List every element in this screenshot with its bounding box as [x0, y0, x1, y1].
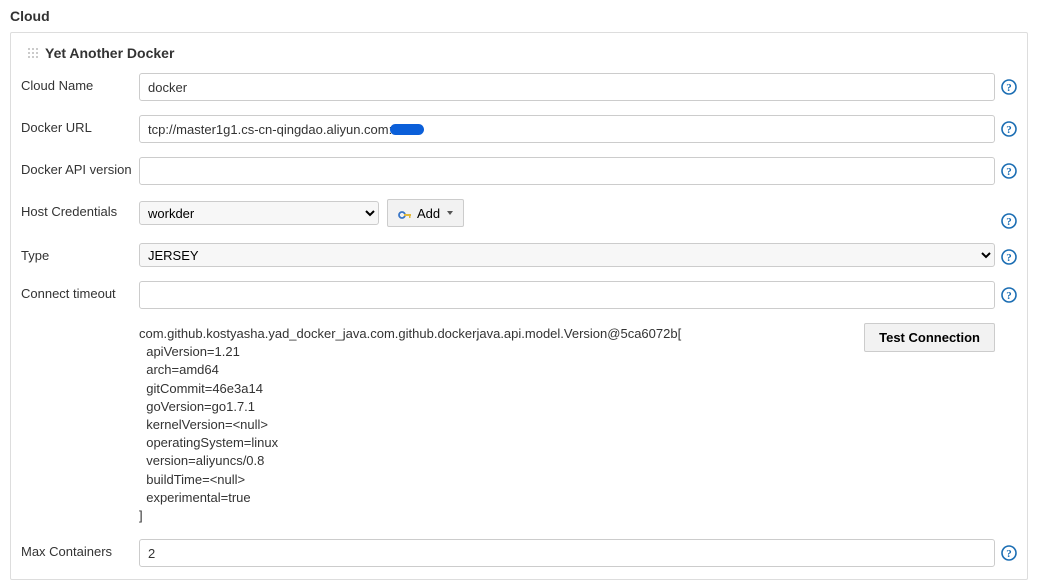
- drag-grip-icon: [27, 47, 39, 59]
- subsection-header: Yet Another Docker: [27, 45, 1017, 61]
- section-title: Cloud: [10, 8, 1028, 24]
- svg-text:?: ?: [1006, 290, 1012, 302]
- connect-timeout-label: Connect timeout: [21, 281, 139, 301]
- max-containers-input[interactable]: [139, 539, 995, 567]
- help-icon[interactable]: ?: [1001, 545, 1017, 561]
- connect-timeout-input[interactable]: [139, 281, 995, 309]
- docker-api-version-label: Docker API version: [21, 157, 139, 177]
- help-icon[interactable]: ?: [1001, 249, 1017, 265]
- subsection-title: Yet Another Docker: [45, 45, 174, 61]
- svg-text:?: ?: [1006, 216, 1012, 228]
- type-select[interactable]: JERSEY: [139, 243, 995, 267]
- help-icon[interactable]: ?: [1001, 213, 1017, 229]
- svg-text:?: ?: [1006, 548, 1012, 560]
- test-connection-button[interactable]: Test Connection: [864, 323, 995, 352]
- key-icon: [398, 208, 412, 218]
- chevron-down-icon: [447, 211, 453, 215]
- svg-text:?: ?: [1006, 166, 1012, 178]
- docker-api-version-input[interactable]: [139, 157, 995, 185]
- docker-url-text: tcp://master1g1.cs-cn-qingdao.aliyun.com…: [148, 122, 392, 137]
- docker-url-input[interactable]: tcp://master1g1.cs-cn-qingdao.aliyun.com…: [139, 115, 995, 143]
- help-icon[interactable]: ?: [1001, 79, 1017, 95]
- host-credentials-label: Host Credentials: [21, 199, 139, 219]
- add-credentials-button[interactable]: Add: [387, 199, 464, 227]
- svg-text:?: ?: [1006, 124, 1012, 136]
- cloud-name-label: Cloud Name: [21, 73, 139, 93]
- help-icon[interactable]: ?: [1001, 163, 1017, 179]
- connection-status-output: com.github.kostyasha.yad_docker_java.com…: [139, 323, 854, 525]
- svg-text:?: ?: [1006, 252, 1012, 264]
- help-icon[interactable]: ?: [1001, 287, 1017, 303]
- redacted-port: [390, 124, 424, 135]
- cloud-name-input[interactable]: [139, 73, 995, 101]
- help-icon[interactable]: ?: [1001, 121, 1017, 137]
- host-credentials-select[interactable]: workder: [139, 201, 379, 225]
- max-containers-label: Max Containers: [21, 539, 139, 559]
- docker-url-label: Docker URL: [21, 115, 139, 135]
- svg-text:?: ?: [1006, 82, 1012, 94]
- cloud-panel: Yet Another Docker Cloud Name ? Docker U…: [10, 32, 1028, 580]
- add-button-label: Add: [417, 206, 440, 221]
- status-spacer: [21, 323, 139, 328]
- type-label: Type: [21, 243, 139, 263]
